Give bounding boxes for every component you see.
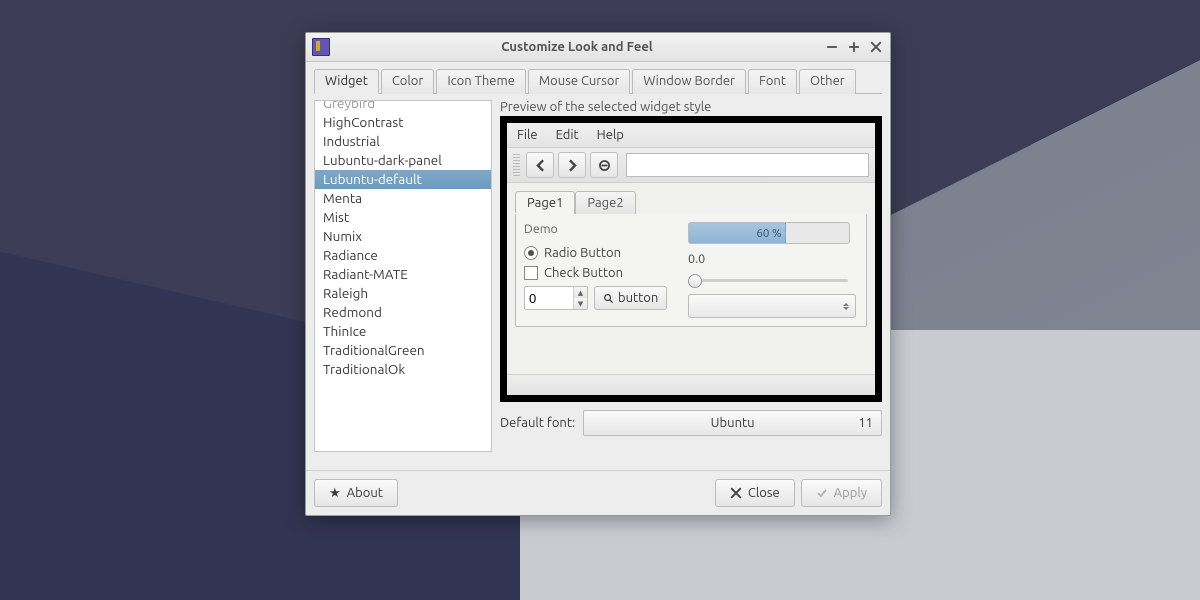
- close-button[interactable]: [868, 39, 884, 55]
- tab-mouse-cursor[interactable]: Mouse Cursor: [528, 69, 631, 94]
- preview-tab-page2[interactable]: Page2: [575, 191, 635, 214]
- spin-arrows[interactable]: ▲▼: [573, 287, 587, 309]
- demo-scale-slider[interactable]: [688, 272, 848, 288]
- preview-toolbar: [507, 148, 875, 183]
- theme-item[interactable]: TraditionalGreen: [315, 341, 491, 360]
- chevron-left-icon: [534, 159, 547, 172]
- tab-widget[interactable]: Widget: [314, 69, 379, 94]
- apply-button[interactable]: Apply: [801, 479, 882, 507]
- minimize-button[interactable]: [824, 39, 840, 55]
- theme-item[interactable]: Menta: [315, 189, 491, 208]
- close-dialog-button[interactable]: Close: [715, 479, 795, 507]
- desktop-background: Customize Look and Feel WidgetColorIcon …: [0, 0, 1200, 600]
- default-font-label: Default font:: [500, 416, 575, 430]
- bottom-button-bar: ★ About Close Apply: [306, 470, 890, 515]
- tab-other[interactable]: Other: [799, 69, 856, 94]
- maximize-button[interactable]: [846, 39, 862, 55]
- toolbar-grip-icon[interactable]: [513, 154, 520, 176]
- tab-window-border[interactable]: Window Border: [632, 69, 746, 94]
- theme-item[interactable]: TraditionalOk: [315, 360, 491, 379]
- theme-item[interactable]: Lubuntu-dark-panel: [315, 151, 491, 170]
- tab-color[interactable]: Color: [381, 69, 435, 94]
- theme-item[interactable]: Raleigh: [315, 284, 491, 303]
- menu-file[interactable]: File: [517, 128, 538, 142]
- demo-frame-title: Demo: [524, 222, 674, 236]
- theme-item[interactable]: Numix: [315, 227, 491, 246]
- preview-box: File Edit Help: [500, 116, 882, 402]
- menu-edit[interactable]: Edit: [556, 128, 579, 142]
- back-button[interactable]: [526, 152, 554, 178]
- demo-check-button[interactable]: Check Button: [524, 266, 674, 280]
- demo-spin-button[interactable]: ▲▼: [524, 286, 588, 310]
- theme-item[interactable]: Industrial: [315, 132, 491, 151]
- tab-font[interactable]: Font: [748, 69, 797, 94]
- scale-value-label: 0.0: [688, 252, 856, 266]
- checkbox-unchecked-icon: [524, 266, 538, 280]
- preview-menubar: File Edit Help: [507, 123, 875, 148]
- tab-icon-theme[interactable]: Icon Theme: [436, 69, 526, 94]
- check-icon: [816, 487, 828, 499]
- theme-item[interactable]: Greybird: [315, 100, 491, 113]
- window-title: Customize Look and Feel: [336, 40, 818, 54]
- preview-tab-page1[interactable]: Page1: [515, 191, 575, 214]
- theme-item[interactable]: Radiance: [315, 246, 491, 265]
- theme-item[interactable]: ThinIce: [315, 322, 491, 341]
- radio-checked-icon: [524, 246, 538, 260]
- preview-statusbar: [507, 374, 875, 395]
- default-font-button[interactable]: Ubuntu 11: [583, 410, 882, 436]
- spinner-arrows-icon: [843, 303, 849, 310]
- preview-tab-page: Demo Radio Button Check Button: [515, 214, 867, 327]
- titlebar[interactable]: Customize Look and Feel: [306, 33, 890, 62]
- star-icon: ★: [329, 486, 341, 501]
- theme-item[interactable]: Radiant-MATE: [315, 265, 491, 284]
- preview-url-entry[interactable]: [626, 153, 869, 177]
- forward-button[interactable]: [558, 152, 586, 178]
- demo-progress-bar: 60 %: [688, 222, 850, 244]
- main-tab-bar: WidgetColorIcon ThemeMouse CursorWindow …: [314, 68, 882, 94]
- app-icon: [312, 38, 330, 56]
- spin-input[interactable]: [525, 287, 573, 309]
- chevron-right-icon: [566, 159, 579, 172]
- close-icon: [730, 487, 742, 499]
- demo-combo-box[interactable]: [688, 294, 856, 318]
- preview-subtab-bar: Page1Page2: [515, 191, 875, 214]
- menu-help[interactable]: Help: [597, 128, 624, 142]
- demo-button[interactable]: button: [594, 286, 667, 310]
- search-icon: [603, 293, 614, 304]
- stop-button[interactable]: [590, 152, 618, 178]
- theme-item[interactable]: Lubuntu-default: [315, 170, 491, 189]
- lxappearance-window: Customize Look and Feel WidgetColorIcon …: [305, 32, 891, 516]
- preview-label: Preview of the selected widget style: [500, 100, 882, 114]
- demo-radio-button[interactable]: Radio Button: [524, 246, 674, 260]
- theme-list[interactable]: GreybirdHighContrastIndustrialLubuntu-da…: [314, 100, 492, 452]
- theme-item[interactable]: Mist: [315, 208, 491, 227]
- stop-icon: [598, 159, 611, 172]
- about-button[interactable]: ★ About: [314, 479, 398, 507]
- theme-item[interactable]: HighContrast: [315, 113, 491, 132]
- theme-item[interactable]: Redmond: [315, 303, 491, 322]
